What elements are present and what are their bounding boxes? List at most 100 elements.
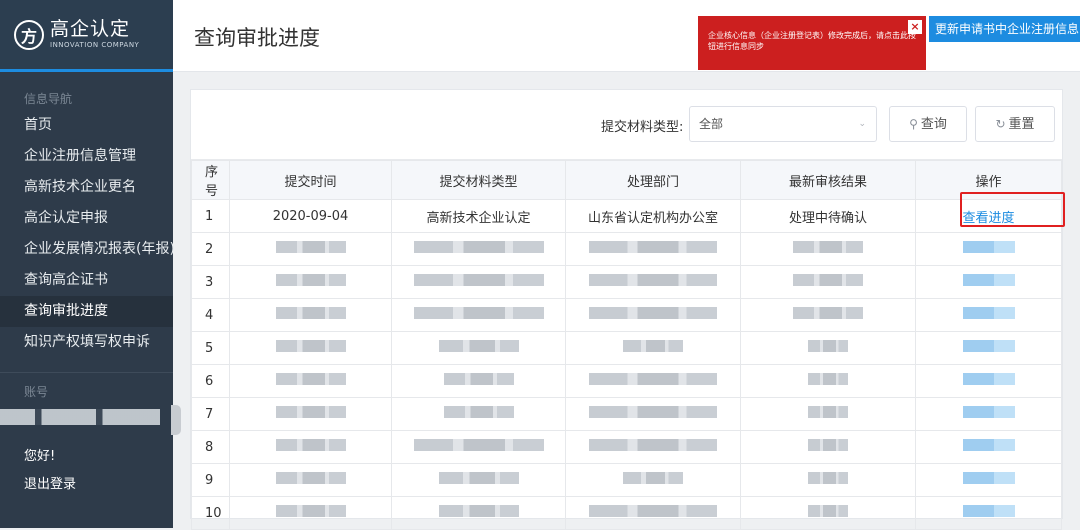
col-dept: 处理部门 [565,160,741,200]
sync-alert: 企业核心信息（企业注册登记表）修改完成后，请点击此按钮进行信息同步 × [698,16,926,70]
col-index: 序号 [191,160,230,200]
row-action-redacted[interactable] [915,496,1062,530]
sidebar-item-annual-report[interactable]: 企业发展情况报表(年报) [0,234,175,265]
col-action: 操作 [915,160,1062,200]
table-header-row: 序号 提交时间 提交材料类型 处理部门 最新审核结果 操作 [191,160,1062,200]
select-value: 全部 [699,117,724,131]
row-action-redacted[interactable] [915,463,1062,497]
row-index: 3 [191,265,230,299]
sidebar-item-registration[interactable]: 企业注册信息管理 [0,141,173,172]
nav-header: 信息导航 [24,92,73,106]
account-name-redacted [0,409,160,425]
row-type-redacted [391,364,566,398]
table-row: 4 [191,298,1062,332]
row-index: 4 [191,298,230,332]
row-index: 5 [191,331,230,365]
row-result-redacted [740,265,916,299]
filter-bar: 提交材料类型: 全部 ⌄ ⚲ 查询 ↻ 重置 [191,90,1062,160]
row-time-redacted [229,397,392,431]
search-icon: ⚲ [909,117,918,131]
row-type-redacted [391,331,566,365]
row-action-redacted[interactable] [915,298,1062,332]
row-index: 6 [191,364,230,398]
row-type-redacted [391,232,566,266]
query-button[interactable]: ⚲ 查询 [889,106,967,142]
row-action-redacted[interactable] [915,265,1062,299]
logo-subtitle: INNOVATION COMPANY [50,41,140,49]
row-dept-redacted [565,364,741,398]
row-action-redacted[interactable] [915,232,1062,266]
row-time-redacted [229,265,392,299]
row-time-redacted [229,232,392,266]
logout-link[interactable]: 退出登录 [0,473,173,492]
row-result-redacted [740,232,916,266]
row-action-redacted[interactable] [915,430,1062,464]
row-dept-redacted [565,298,741,332]
sidebar-item-ip-appeal[interactable]: 知识产权填写权申诉 [0,327,173,358]
table-row: 5 [191,331,1062,365]
row-type-redacted [391,496,566,530]
row-type-redacted [391,265,566,299]
chevron-down-icon: ⌄ [858,119,866,129]
row-type-redacted [391,397,566,431]
sidebar-item-home[interactable]: 首页 [0,110,173,141]
alert-text: 企业核心信息（企业注册登记表）修改完成后，请点击此按钮进行信息同步 [708,31,916,51]
sidebar-item-declaration[interactable]: 高企认定申报 [0,203,173,234]
row-index: 7 [191,397,230,431]
row-dept-redacted [565,463,741,497]
row-type-redacted [391,430,566,464]
col-result: 最新审核结果 [740,160,916,200]
row-action-redacted[interactable] [915,364,1062,398]
reset-button[interactable]: ↻ 重置 [975,106,1055,142]
account-header: 账号 [24,385,49,399]
filter-label: 提交材料类型: [601,120,684,135]
row-index: 10 [191,496,230,530]
table-row: 9 [191,463,1062,497]
col-time: 提交时间 [229,160,392,200]
content-card: 提交材料类型: 全部 ⌄ ⚲ 查询 ↻ 重置 序号 提交时间 提交材料类型 处理部门… [190,89,1065,530]
table-row: 7 [191,397,1062,431]
divider [0,372,173,373]
view-progress-link[interactable]: 查看进度 [962,211,1014,226]
row-index: 8 [191,430,230,464]
row-result-redacted [740,364,916,398]
row-result-redacted [740,430,916,464]
table-row: 10 [191,496,1062,530]
row-time-redacted [229,430,392,464]
sidebar-collapse-handle[interactable] [171,405,181,435]
row-dept-redacted [565,331,741,365]
sidebar-item-rename[interactable]: 高新技术企业更名 [0,172,173,203]
row-result-redacted [740,463,916,497]
sidebar-item-progress[interactable]: 查询审批进度 [0,296,173,327]
table-row: 6 [191,364,1062,398]
header: 查询审批进度 企业核心信息（企业注册登记表）修改完成后，请点击此按钮进行信息同步… [173,0,1080,72]
greeting: 您好! [24,449,56,464]
row-result: 处理中待确认 [740,199,916,233]
row-dept: 山东省认定机构办公室 [565,199,741,233]
material-type-select[interactable]: 全部 ⌄ [689,106,877,142]
row-type-redacted [391,463,566,497]
table-row: 1 2020-09-04 高新技术企业认定 山东省认定机构办公室 处理中待确认 … [191,199,1062,233]
refresh-icon: ↻ [995,117,1006,131]
logo[interactable]: 方 高企认定 INNOVATION COMPANY [0,0,173,72]
table-row: 3 [191,265,1062,299]
logo-title: 高企认定 [50,18,131,40]
sidebar-item-certificate[interactable]: 查询高企证书 [0,265,173,296]
row-index: 2 [191,232,230,266]
row-time-redacted [229,496,392,530]
row-dept-redacted [565,232,741,266]
row-action-redacted[interactable] [915,331,1062,365]
row-action: 查看进度 [915,199,1062,233]
row-dept-redacted [565,430,741,464]
close-icon[interactable]: × [908,20,922,34]
row-result-redacted [740,298,916,332]
row-index: 9 [191,463,230,497]
row-action-redacted[interactable] [915,397,1062,431]
col-type: 提交材料类型 [391,160,566,200]
row-time: 2020-09-04 [229,199,392,233]
sync-registration-button[interactable]: 更新申请书中企业注册信息 [929,16,1080,42]
row-dept-redacted [565,496,741,530]
row-type-redacted [391,298,566,332]
row-time-redacted [229,463,392,497]
row-type: 高新技术企业认定 [391,199,566,233]
